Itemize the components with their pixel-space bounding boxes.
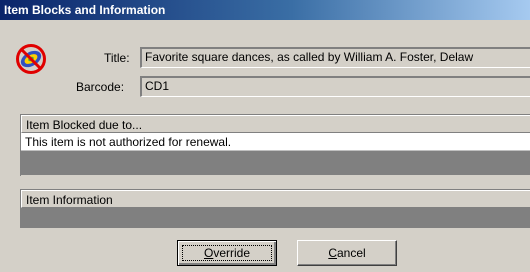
item-information-panel: Item Information [20,189,530,228]
cancel-button-label: Cancel [328,246,365,260]
blocked-item-icon [14,42,48,76]
override-button[interactable]: Override [177,240,277,266]
cancel-button[interactable]: Cancel [297,240,397,266]
override-mnemonic: O [203,246,214,260]
override-label-rest: verride [213,246,251,260]
title-label: Title: [104,51,130,65]
item-information-header: Item Information [21,190,530,208]
title-field[interactable]: Favorite square dances, as called by Wil… [140,47,530,68]
override-button-label: Override [204,246,250,260]
window-title-bar[interactable]: Item Blocks and Information [0,0,530,20]
item-blocked-panel: Item Blocked due to... This item is not … [20,114,530,176]
list-item[interactable]: This item is not authorized for renewal. [21,133,530,151]
item-information-list-empty-area [21,208,530,228]
barcode-label: Barcode: [76,80,125,94]
item-blocked-list-empty-area [21,151,530,175]
cancel-label-rest: ancel [336,246,366,260]
item-blocked-header: Item Blocked due to... [21,115,530,133]
window-title: Item Blocks and Information [4,3,166,17]
cancel-mnemonic: C [328,246,337,260]
barcode-field[interactable]: CD1 [140,76,530,97]
